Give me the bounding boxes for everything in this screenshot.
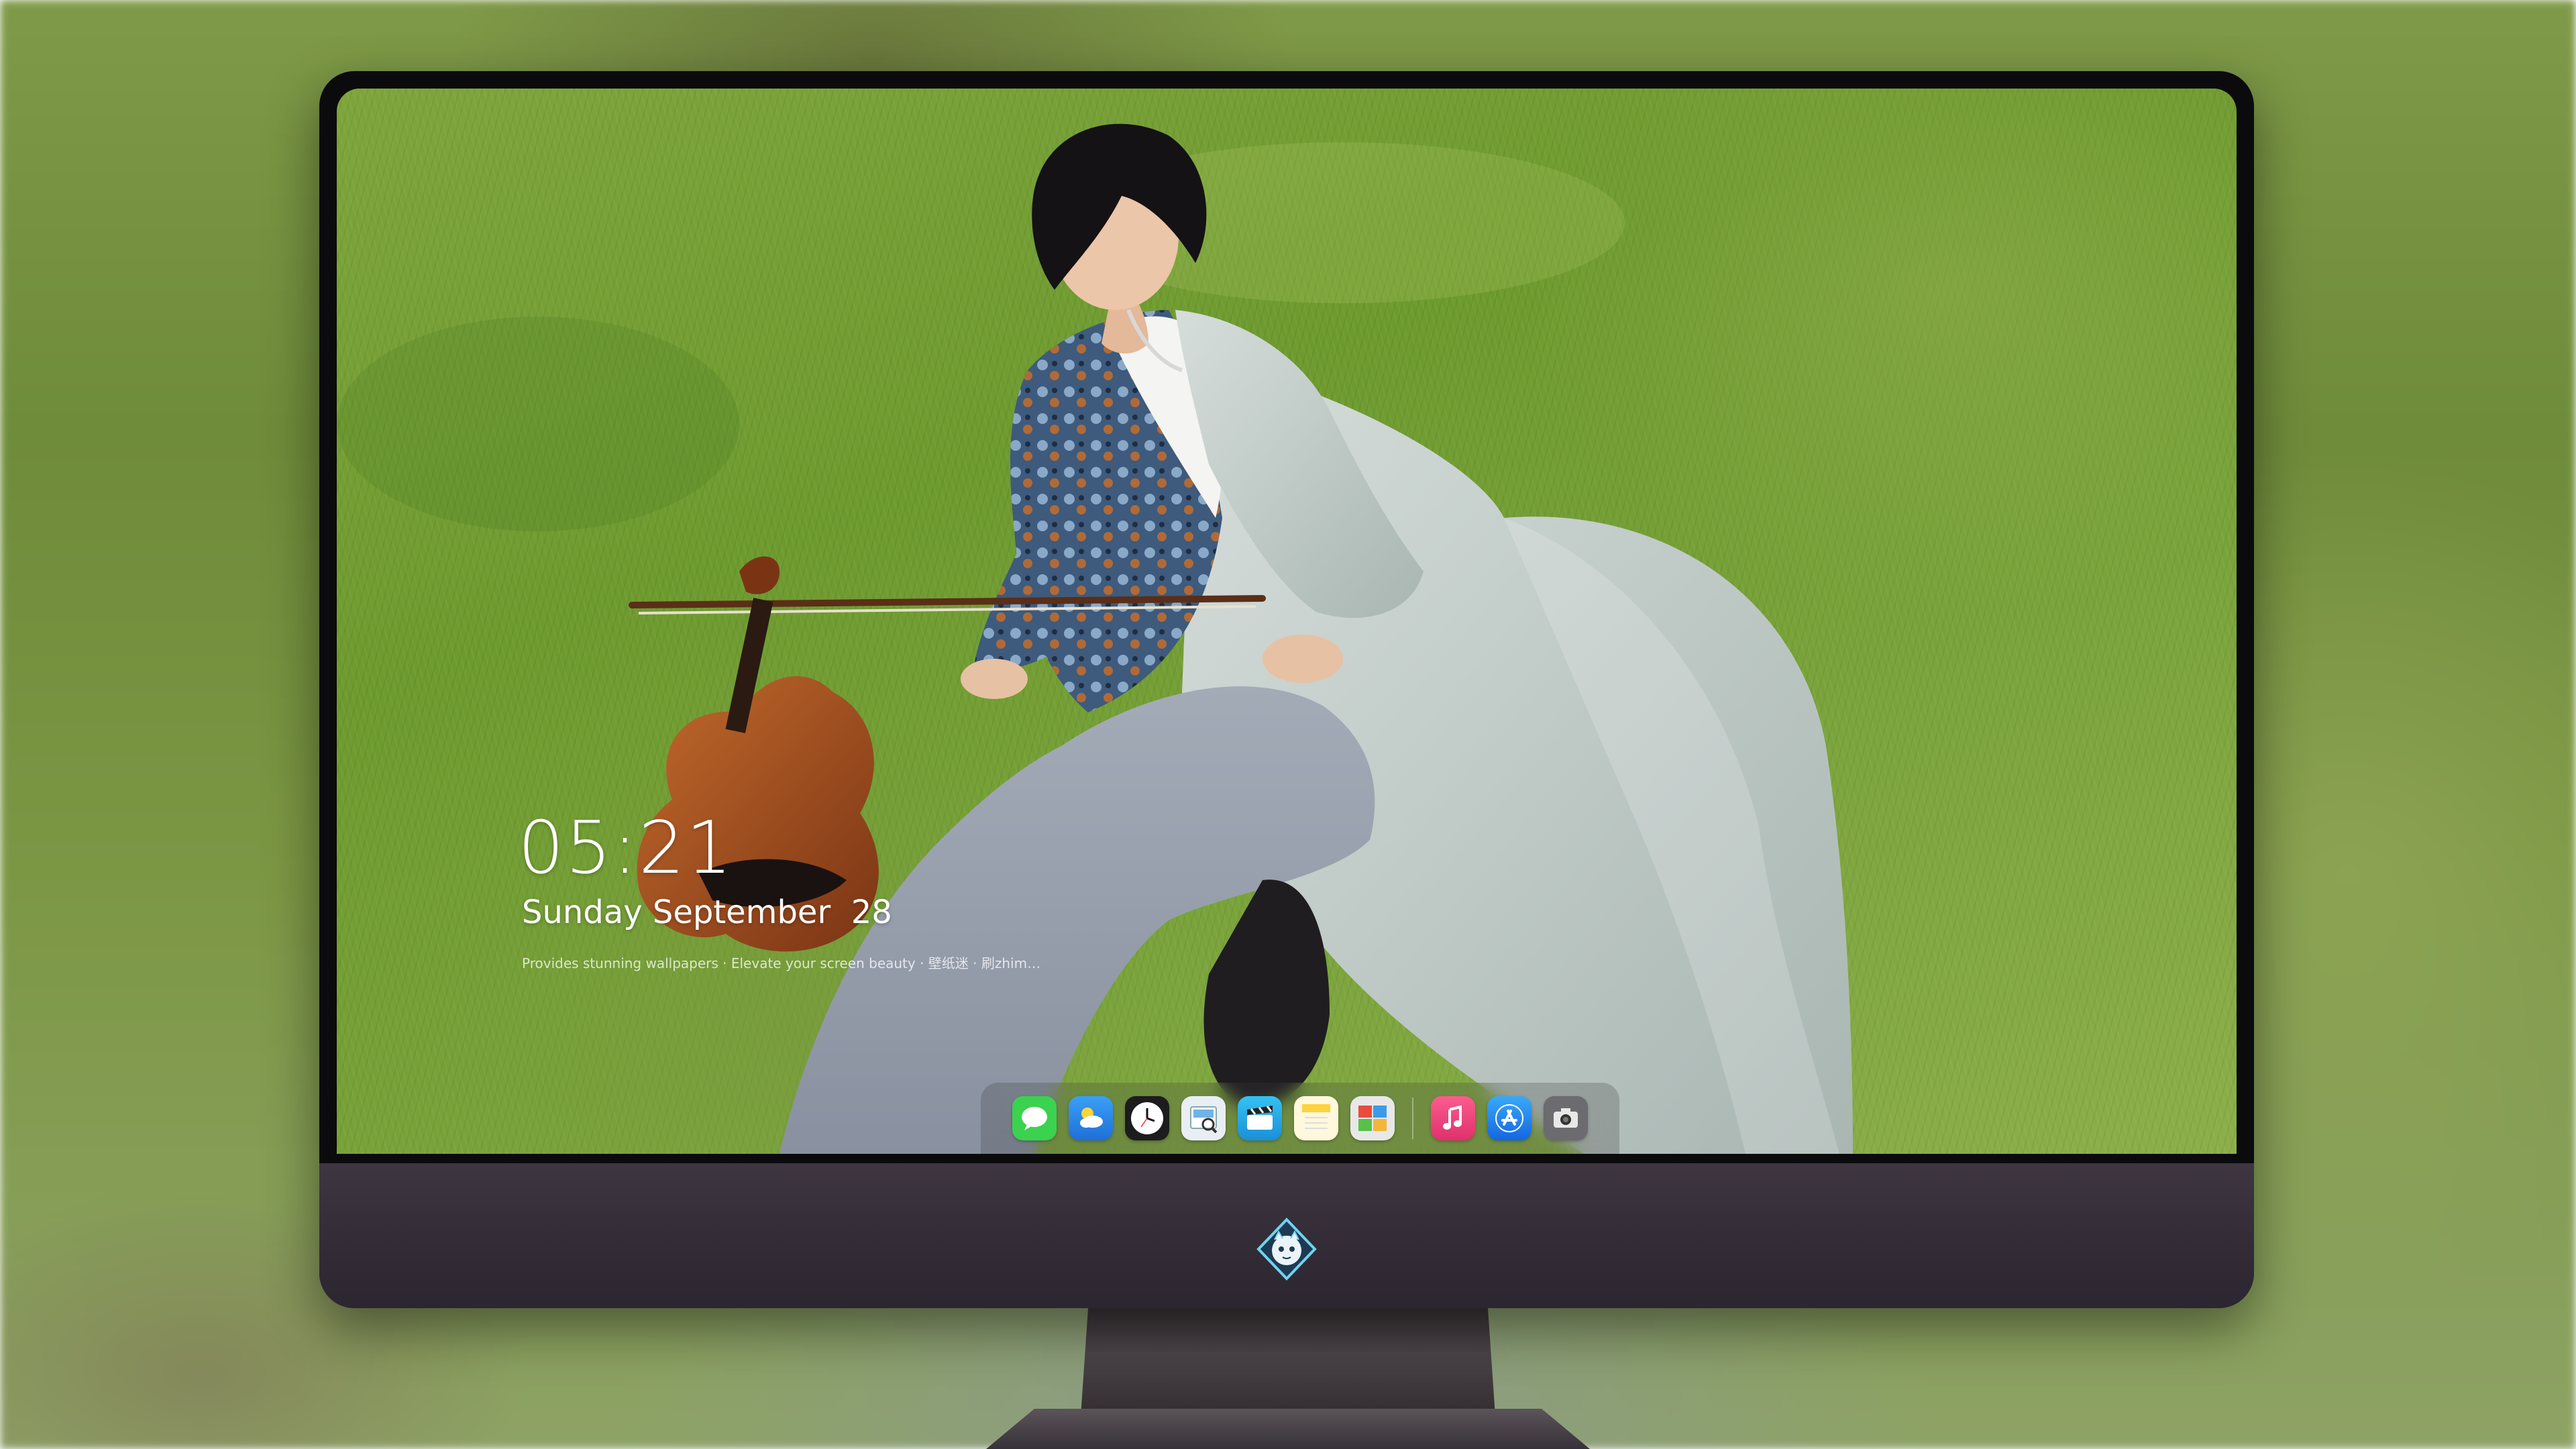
monitor: 05:21 Sunday September 28 Provides stunn… xyxy=(319,71,2254,1308)
desktop-screen: 05:21 Sunday September 28 Provides stunn… xyxy=(337,89,2237,1154)
messages-icon xyxy=(1022,1107,1047,1130)
dock-item-notes[interactable] xyxy=(1294,1096,1338,1140)
preview-icon xyxy=(1190,1106,1218,1134)
lockscreen-time: 05:21 xyxy=(518,806,734,890)
dock-item-clock[interactable] xyxy=(1125,1096,1169,1140)
camera-icon xyxy=(1554,1108,1578,1128)
weather-icon xyxy=(1080,1108,1103,1128)
monitor-chin xyxy=(319,1163,2254,1308)
music-icon xyxy=(1443,1105,1462,1130)
mascot-logo-icon xyxy=(1256,1218,1317,1281)
dock-item-music[interactable] xyxy=(1431,1096,1475,1140)
lockscreen-date: Sunday September 28 xyxy=(522,894,892,931)
notes-icon xyxy=(1302,1104,1330,1129)
dock-item-preview[interactable] xyxy=(1181,1096,1226,1140)
dock-item-messages[interactable] xyxy=(1012,1096,1057,1140)
dock-item-app-store[interactable] xyxy=(1487,1096,1532,1140)
clips-icon xyxy=(1247,1106,1273,1130)
dock-item-camera[interactable] xyxy=(1544,1096,1588,1140)
wallpaper-image xyxy=(337,123,1853,1154)
dock-separator xyxy=(1412,1097,1413,1139)
dock xyxy=(981,1083,1619,1154)
monitor-stand-base xyxy=(986,1409,1590,1449)
wallpaper-tagline: Provides stunning wallpapers · Elevate y… xyxy=(522,955,1041,971)
dock-item-photo-booth[interactable] xyxy=(1350,1096,1395,1140)
photo-booth-icon xyxy=(1358,1106,1387,1131)
app-store-icon xyxy=(1495,1104,1523,1132)
dock-item-clips[interactable] xyxy=(1238,1096,1282,1140)
clock-icon xyxy=(1131,1102,1163,1134)
monitor-stand-neck xyxy=(1080,1305,1496,1426)
dock-item-weather[interactable] xyxy=(1069,1096,1113,1140)
